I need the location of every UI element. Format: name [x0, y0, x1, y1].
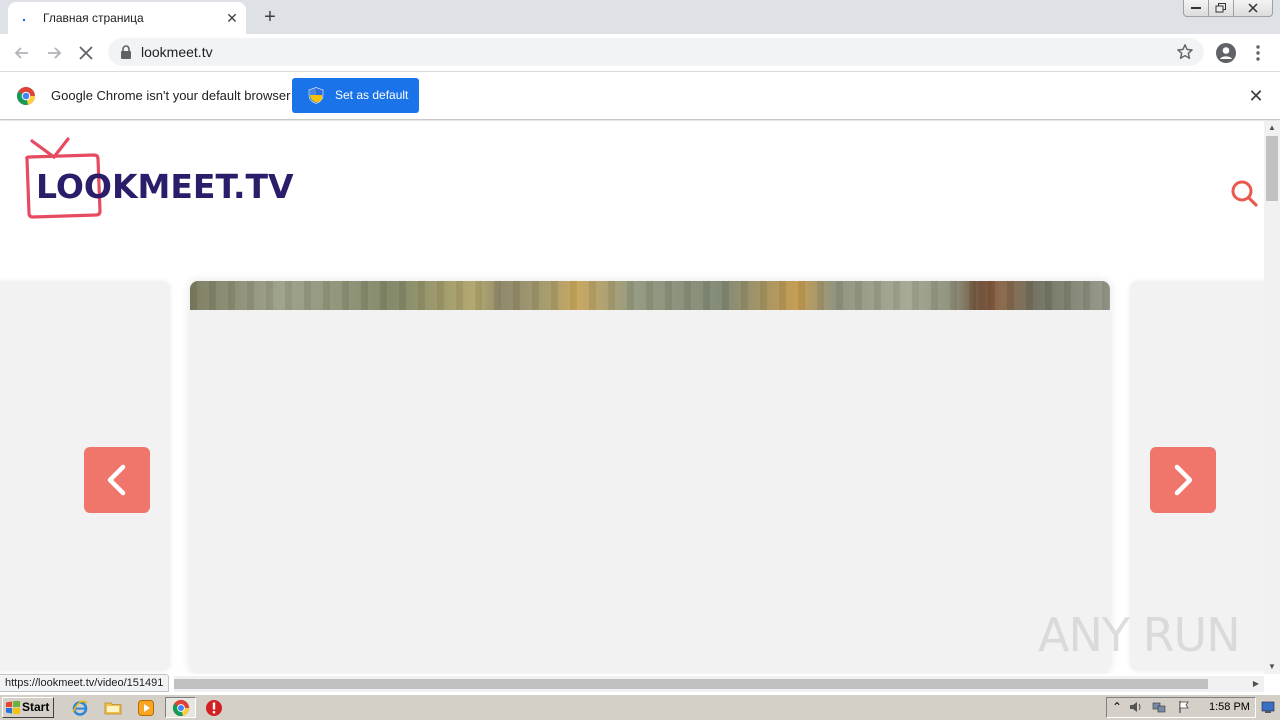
action-center-flag-icon[interactable] — [1177, 700, 1191, 714]
infobar-message: Google Chrome isn't your default browser — [51, 88, 291, 103]
set-as-default-label: Set as default — [335, 88, 409, 102]
taskbar-chrome-button[interactable] — [165, 697, 196, 718]
speaker-icon[interactable] — [1129, 700, 1143, 714]
forward-arrow-icon[interactable] — [43, 42, 65, 64]
tab-strip: Главная страница ✕ + — [0, 0, 1280, 34]
menu-dots-icon[interactable] — [1247, 42, 1269, 64]
tab-main[interactable]: Главная страница ✕ — [8, 2, 246, 34]
back-arrow-icon[interactable] — [11, 42, 33, 64]
page-viewport: LOOKMEET.TV ANY RUN — [0, 121, 1264, 674]
scroll-up-arrow-icon[interactable]: ▲ — [1264, 121, 1280, 135]
tab-close-icon[interactable]: ✕ — [224, 10, 240, 26]
scroll-right-arrow-icon[interactable]: ▶ — [1248, 677, 1264, 691]
ie-icon[interactable] — [71, 699, 89, 717]
horizontal-scrollbar[interactable]: ▶ — [174, 676, 1264, 692]
anyrun-watermark: ANY RUN — [1038, 608, 1241, 662]
minimize-icon — [1191, 7, 1201, 9]
star-icon[interactable] — [1176, 43, 1194, 61]
scroll-down-arrow-icon[interactable]: ▼ — [1264, 660, 1280, 674]
window-minimize-button[interactable] — [1183, 0, 1209, 17]
carousel-slide-current[interactable] — [190, 281, 1110, 673]
lock-icon[interactable] — [120, 45, 132, 59]
restore-icon — [1215, 3, 1226, 13]
tray-expand-chevron-icon[interactable]: ⌃ — [1110, 700, 1124, 714]
url-text[interactable]: lookmeet.tv — [141, 44, 213, 60]
carousel-next-button[interactable] — [1150, 447, 1216, 513]
chevron-left-icon — [107, 464, 126, 496]
folder-icon[interactable] — [104, 699, 122, 717]
stop-icon[interactable] — [75, 42, 97, 64]
search-icon[interactable] — [1230, 179, 1258, 207]
site-logo[interactable]: LOOKMEET.TV — [22, 137, 294, 221]
link-status-bubble: https://lookmeet.tv/video/151491 — [0, 674, 170, 692]
network-icon[interactable] — [1152, 700, 1166, 714]
show-desktop-icon[interactable] — [1261, 700, 1275, 714]
chevron-right-icon — [1174, 464, 1193, 496]
set-as-default-button[interactable]: Set as default — [292, 78, 419, 113]
carousel-prev-button[interactable] — [84, 447, 150, 513]
loading-favicon — [22, 18, 26, 22]
vertical-scrollbar[interactable]: ▲ ▼ — [1264, 121, 1280, 674]
infobar-close-icon[interactable]: ✕ — [1246, 86, 1266, 106]
window-restore-button[interactable] — [1208, 0, 1234, 17]
horizontal-scroll-thumb[interactable] — [174, 679, 1208, 689]
chrome-icon — [172, 699, 190, 717]
address-bar[interactable]: lookmeet.tv — [108, 38, 1204, 66]
stop-sign-icon[interactable] — [205, 699, 223, 717]
video-thumbnail-image[interactable] — [190, 281, 1110, 310]
account-icon[interactable] — [1215, 42, 1237, 64]
tab-title: Главная страница — [43, 11, 144, 25]
close-x-icon — [1248, 3, 1258, 13]
windows-logo-icon — [6, 701, 20, 714]
start-label: Start — [22, 700, 50, 714]
media-player-icon[interactable] — [137, 699, 155, 717]
windows-taskbar: Start ⌃ 1:58 PM — [0, 694, 1280, 720]
start-button[interactable]: Start — [2, 697, 54, 718]
vertical-scroll-thumb[interactable] — [1266, 136, 1278, 201]
window-close-button[interactable] — [1233, 0, 1273, 17]
taskbar-clock[interactable]: 1:58 PM — [1209, 701, 1250, 713]
site-logo-text: LOOKMEET.TV — [36, 167, 294, 206]
default-browser-infobar: Google Chrome isn't your default browser… — [0, 72, 1280, 120]
browser-toolbar: lookmeet.tv — [0, 34, 1280, 72]
new-tab-plus-icon[interactable]: + — [259, 6, 281, 28]
chrome-logo-icon — [17, 87, 36, 105]
uac-shield-icon — [308, 87, 324, 104]
